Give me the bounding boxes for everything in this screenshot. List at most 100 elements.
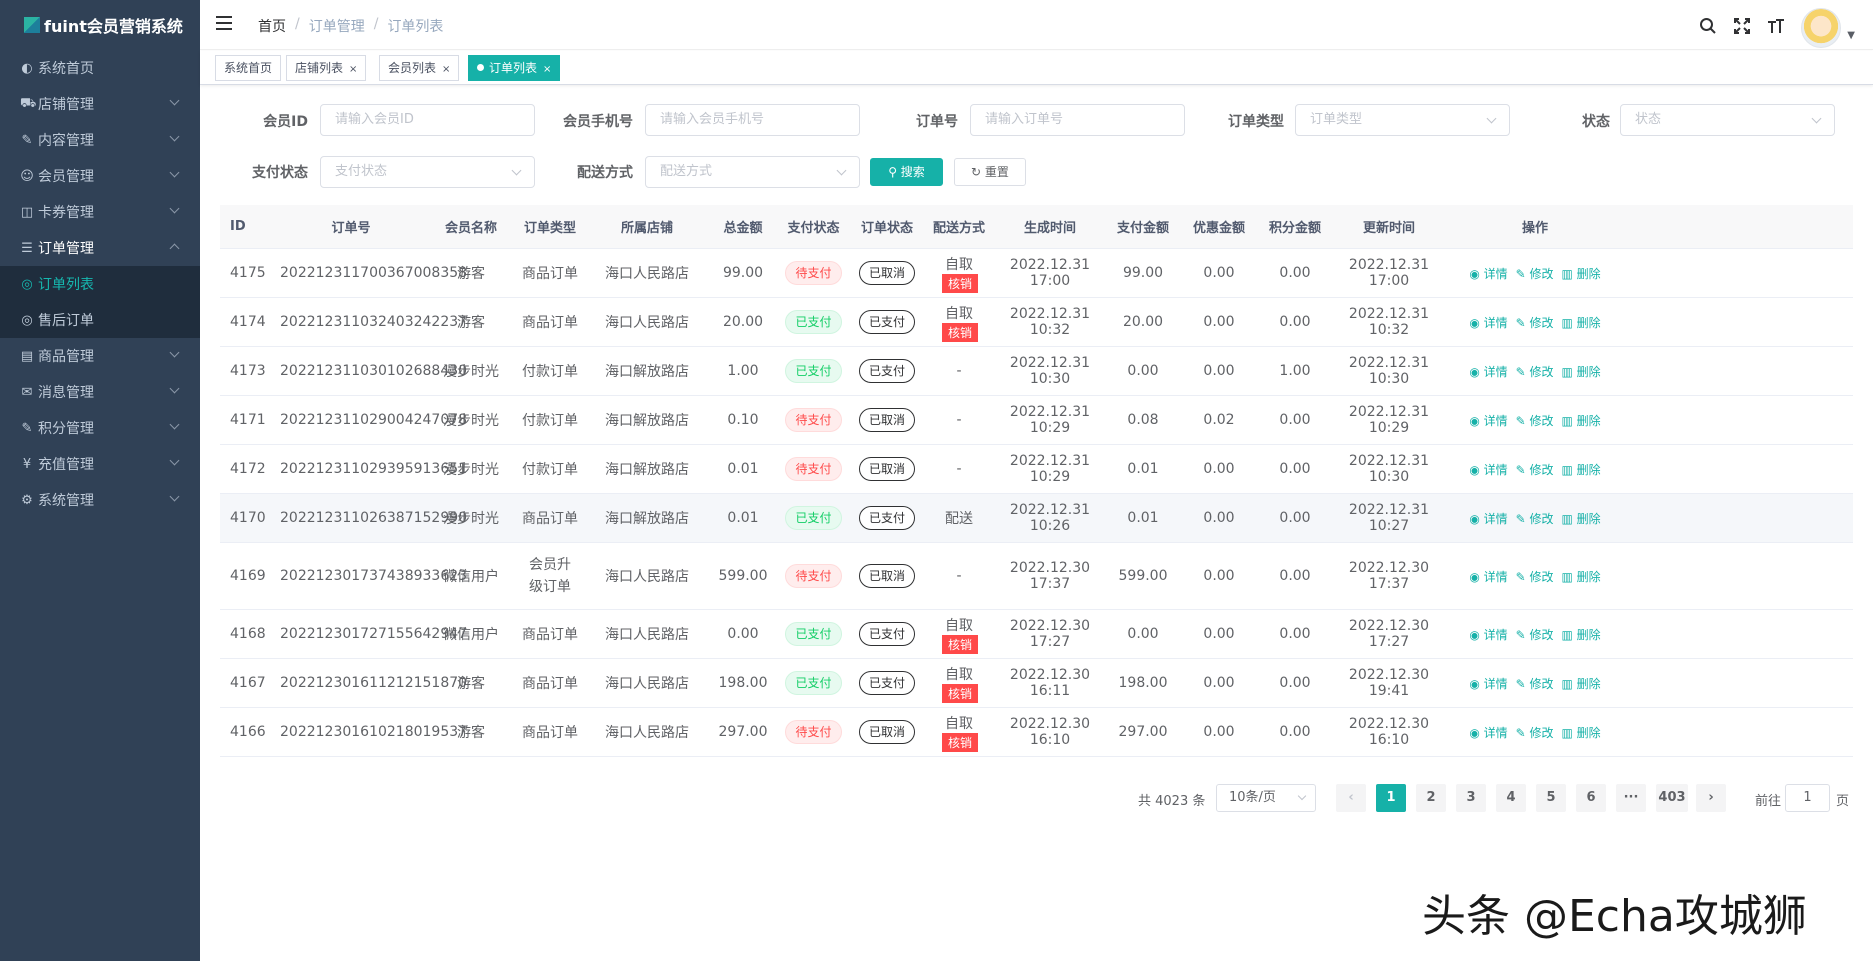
sidebar-item-12[interactable]: ⚙ 系统管理 [0, 482, 200, 518]
delete-button[interactable]: ▥ 删除 [1562, 316, 1601, 330]
page-button[interactable]: 403 [1656, 784, 1688, 812]
detail-button[interactable]: ◉ 详情 [1469, 463, 1507, 477]
detail-button[interactable]: ◉ 详情 [1469, 677, 1507, 691]
page-button[interactable]: 5 [1536, 784, 1566, 812]
detail-button[interactable]: ◉ 详情 [1469, 628, 1507, 642]
sidebar-item-0[interactable]: ◐ 系统首页 [0, 50, 200, 86]
sn-cell: 202212311030102688430 [280, 363, 468, 379]
detail-button[interactable]: ◉ 详情 [1469, 414, 1507, 428]
verify-button[interactable]: 核销 [941, 732, 978, 752]
page-size-select[interactable]: 10条/页 [1216, 784, 1316, 812]
mobile-input[interactable]: 请输入会员手机号 [645, 104, 860, 136]
edit-button[interactable]: ✎ 修改 [1516, 726, 1554, 740]
goto-page-input[interactable]: 1 [1785, 784, 1830, 812]
edit-button[interactable]: ✎ 修改 [1516, 628, 1554, 642]
edit-button[interactable]: ✎ 修改 [1516, 512, 1554, 526]
delete-button[interactable]: ▥ 删除 [1562, 628, 1601, 642]
detail-button[interactable]: ◉ 详情 [1469, 267, 1507, 281]
detail-button[interactable]: ◉ 详情 [1469, 512, 1507, 526]
breadcrumb-home[interactable]: 首页 [258, 16, 286, 36]
delete-button[interactable]: ▥ 删除 [1562, 267, 1601, 281]
message-icon: ✉ [21, 384, 33, 400]
sidebar-item-8[interactable]: ▤ 商品管理 [0, 338, 200, 374]
delete-button[interactable]: ▥ 删除 [1562, 570, 1601, 584]
sidebar-item-3[interactable]: ☺ 会员管理 [0, 158, 200, 194]
font-size-icon[interactable] [1765, 17, 1787, 39]
close-icon[interactable]: × [543, 64, 551, 75]
pay-status-select[interactable]: 支付状态 [320, 156, 535, 188]
page-button[interactable]: 1 [1376, 784, 1406, 812]
member-id-input[interactable]: 请输入会员ID [320, 104, 535, 136]
delete-button[interactable]: ▥ 删除 [1562, 414, 1601, 428]
status-select[interactable]: 状态 [1620, 104, 1835, 136]
reset-button[interactable]: ↻ 重置 [954, 158, 1026, 186]
close-icon[interactable]: × [442, 64, 450, 75]
delivery-select[interactable]: 配送方式 [645, 156, 860, 188]
table-row[interactable]: 4170 202212311026387152990 漫步时光 商品订单 海口解放路店 0… [220, 494, 1853, 543]
delete-button[interactable]: ▥ 删除 [1562, 677, 1601, 691]
sidebar-item-2[interactable]: ✎ 内容管理 [0, 122, 200, 158]
verify-button[interactable]: 核销 [941, 683, 978, 703]
search-button[interactable]: ⚲ 搜索 [870, 158, 943, 186]
avatar[interactable] [1801, 8, 1842, 48]
sidebar-item-11[interactable]: ¥ 充值管理 [0, 446, 200, 482]
sidebar-item-7[interactable]: ◎ 售后订单 [0, 302, 200, 338]
table-row[interactable]: 4167 202212301611212151870 游客 商品订单 海口人民路店 198… [220, 659, 1853, 708]
detail-button[interactable]: ◉ 详情 [1469, 726, 1507, 740]
id-cell: 4174 [230, 314, 266, 330]
table-row[interactable]: 4174 202212311032403242237 游客 商品订单 海口人民路店 20.… [220, 298, 1853, 347]
eye-icon: ◉ [1469, 725, 1484, 740]
edit-button[interactable]: ✎ 修改 [1516, 414, 1554, 428]
delete-button[interactable]: ▥ 删除 [1562, 726, 1601, 740]
detail-button[interactable]: ◉ 详情 [1469, 365, 1507, 379]
sidebar-item-5[interactable]: ☰ 订单管理 [0, 230, 200, 266]
page-button[interactable]: 4 [1496, 784, 1526, 812]
edit-button[interactable]: ✎ 修改 [1516, 267, 1554, 281]
edit-button[interactable]: ✎ 修改 [1516, 463, 1554, 477]
fullscreen-icon[interactable] [1731, 17, 1753, 39]
order-type-select[interactable]: 订单类型 [1295, 104, 1510, 136]
pencil-icon: ✎ [1515, 315, 1530, 330]
edit-button[interactable]: ✎ 修改 [1516, 570, 1554, 584]
page-button[interactable]: 6 [1576, 784, 1606, 812]
app-logo[interactable]: fuint会员营销系统 [0, 0, 200, 50]
tag-order-list[interactable]: 订单列表 × [468, 55, 561, 81]
delete-button[interactable]: ▥ 删除 [1562, 512, 1601, 526]
table-row[interactable]: 4168 202212301727155642947 微信用户 商品订单 海口人民路店 0… [220, 610, 1853, 659]
verify-button[interactable]: 核销 [941, 322, 978, 342]
tag-system-home[interactable]: 系统首页 [215, 55, 282, 81]
edit-button[interactable]: ✎ 修改 [1516, 677, 1554, 691]
more-pages-button[interactable]: ··· [1616, 784, 1646, 812]
tag-store-list[interactable]: 店铺列表 × [286, 55, 367, 81]
edit-button[interactable]: ✎ 修改 [1516, 316, 1554, 330]
edit-button[interactable]: ✎ 修改 [1516, 365, 1554, 379]
order-sn-input[interactable]: 请输入订单号 [970, 104, 1185, 136]
page-button[interactable]: 2 [1416, 784, 1446, 812]
table-row[interactable]: 4172 202212311029395913651 漫步时光 付款订单 海口解放路店 0… [220, 445, 1853, 494]
table-row[interactable]: 4171 202212311029004247078 漫步时光 付款订单 海口解放路店 0… [220, 396, 1853, 445]
close-icon[interactable]: × [349, 64, 357, 75]
search-icon[interactable] [1697, 17, 1719, 39]
detail-button[interactable]: ◉ 详情 [1469, 316, 1507, 330]
pay-amount-cell: 0.00 [1127, 626, 1159, 642]
sidebar-item-4[interactable]: ◫ 卡券管理 [0, 194, 200, 230]
delete-button[interactable]: ▥ 删除 [1562, 463, 1601, 477]
sidebar-item-9[interactable]: ✉ 消息管理 [0, 374, 200, 410]
delete-button[interactable]: ▥ 删除 [1562, 365, 1601, 379]
prev-page-button[interactable]: ‹ [1336, 784, 1366, 812]
page-button[interactable]: 3 [1456, 784, 1486, 812]
table-row[interactable]: 4169 202212301737438933623 微信用户 会员升级订单 海口人民路… [220, 543, 1853, 610]
detail-button[interactable]: ◉ 详情 [1469, 570, 1507, 584]
table-row[interactable]: 4173 202212311030102688430 漫步时光 付款订单 海口解放路店 1… [220, 347, 1853, 396]
table-row[interactable]: 4175 202212311700367008358 游客 商品订单 海口人民路店 99.… [220, 249, 1853, 298]
tag-member-list[interactable]: 会员列表 × [379, 55, 460, 81]
menu-toggle-icon[interactable] [216, 16, 232, 30]
sidebar-item-10[interactable]: ✎ 积分管理 [0, 410, 200, 446]
sidebar-item-1[interactable]: ⛟ 店铺管理 [0, 86, 200, 122]
caret-down-icon[interactable]: ▼ [1847, 30, 1855, 41]
sidebar-item-6[interactable]: ◎ 订单列表 [0, 266, 200, 302]
verify-button[interactable]: 核销 [941, 634, 978, 654]
next-page-button[interactable]: › [1696, 784, 1726, 812]
table-row[interactable]: 4166 202212301610218019537 游客 商品订单 海口人民路店 297… [220, 708, 1853, 757]
verify-button[interactable]: 核销 [941, 273, 978, 293]
